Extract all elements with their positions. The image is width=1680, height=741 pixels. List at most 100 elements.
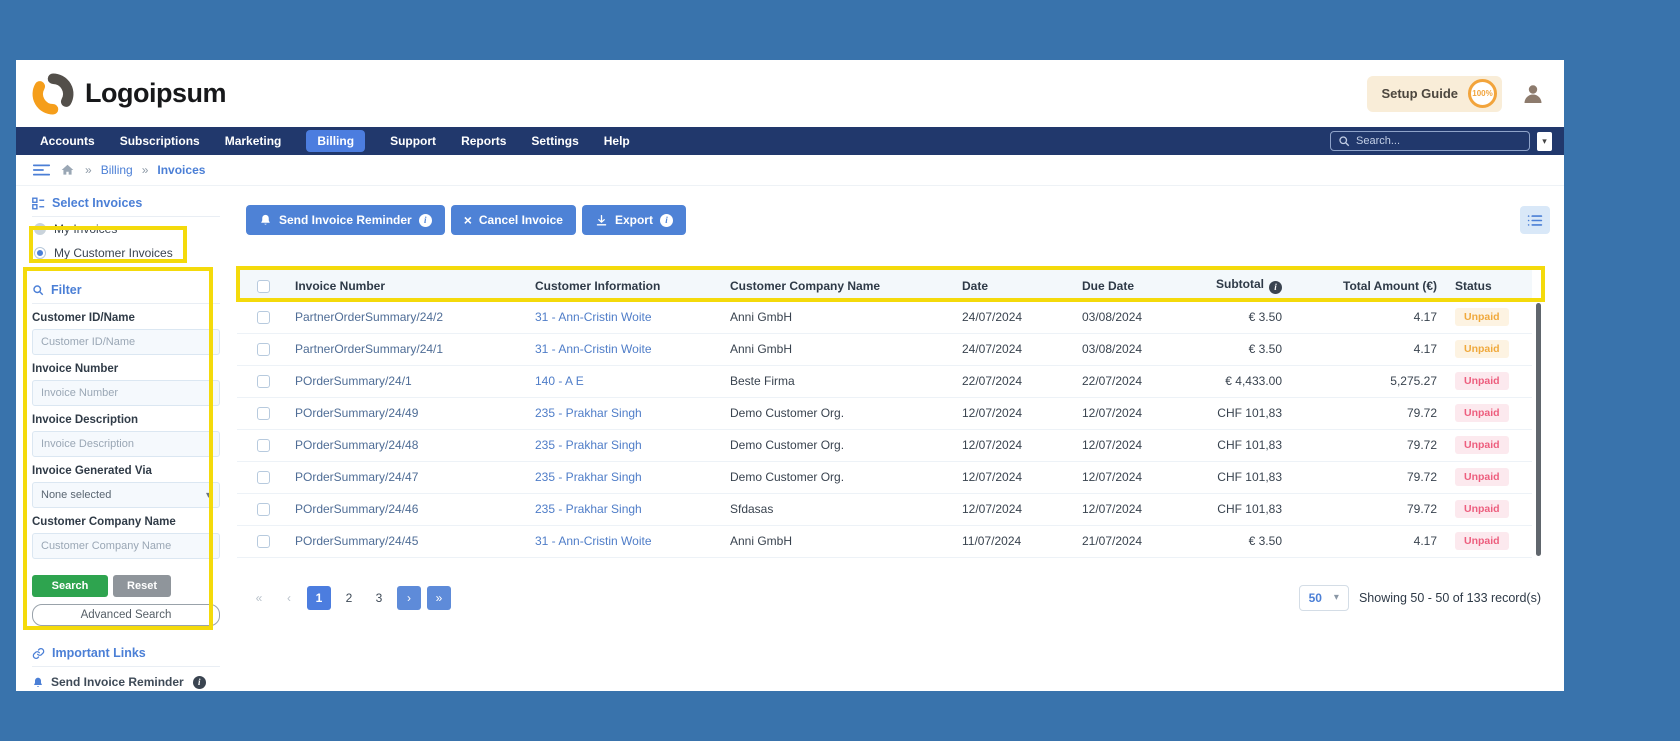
row-checkbox[interactable] <box>257 375 270 388</box>
nav-item-support[interactable]: Support <box>390 134 436 148</box>
export-button[interactable]: Export i <box>582 205 686 235</box>
row-checkbox[interactable] <box>257 471 270 484</box>
nav-item-settings[interactable]: Settings <box>531 134 578 148</box>
nav-item-help[interactable]: Help <box>604 134 630 148</box>
customer-company-cell: Anni GmbH <box>722 333 954 365</box>
row-checkbox[interactable] <box>257 407 270 420</box>
nav-item-billing[interactable]: Billing <box>306 130 365 152</box>
customer-information-cell[interactable]: 31 - Ann-Cristin Woite <box>527 301 722 333</box>
pagination-page-2[interactable]: 2 <box>337 586 361 610</box>
row-checkbox[interactable] <box>257 343 270 356</box>
due-date-cell: 12/07/2024 <box>1074 429 1204 461</box>
row-checkbox-cell <box>237 333 287 365</box>
user-icon <box>1521 82 1545 106</box>
total-amount-cell: 79.72 <box>1290 461 1445 493</box>
status-badge: Unpaid <box>1455 468 1509 486</box>
send-invoice-reminder-button[interactable]: Send Invoice Reminder i <box>246 205 445 235</box>
page-size-select[interactable]: 50 ▾ <box>1299 585 1349 611</box>
search-icon <box>1338 135 1350 147</box>
invoice-generated-via-select[interactable]: None selected▾ <box>32 482 220 508</box>
logo[interactable]: Logoipsum <box>32 73 226 115</box>
important-link-send-invoice-reminder[interactable]: Send Invoice Reminder i <box>32 675 220 689</box>
nav-item-subscriptions[interactable]: Subscriptions <box>120 134 200 148</box>
column-header-total-amount: Total Amount (€) <box>1290 270 1445 301</box>
invoice-option-my-invoices[interactable]: My Invoices <box>32 217 220 241</box>
customer-company-name-input[interactable] <box>32 533 220 559</box>
status-cell: Unpaid <box>1445 397 1532 429</box>
customer-information-cell[interactable]: 235 - Prakhar Singh <box>527 461 722 493</box>
pagination-next-button[interactable]: › <box>397 586 421 610</box>
setup-progress-ring: 100% <box>1468 79 1497 108</box>
download-icon <box>595 214 608 227</box>
row-checkbox[interactable] <box>257 439 270 452</box>
column-header-date: Date <box>954 270 1074 301</box>
invoice-number-cell[interactable]: POrderSummary/24/46 <box>287 493 527 525</box>
reset-button[interactable]: Reset <box>113 575 171 597</box>
breadcrumb-item-billing[interactable]: Billing <box>101 163 133 177</box>
nav-search[interactable] <box>1330 131 1530 151</box>
search-button[interactable]: Search <box>32 575 108 597</box>
menu-toggle-icon[interactable] <box>33 163 50 177</box>
cancel-invoice-button[interactable]: × Cancel Invoice <box>451 205 576 235</box>
important-links-title: Important Links <box>32 642 220 667</box>
advanced-search-button[interactable]: Advanced Search <box>32 604 220 626</box>
nav-item-accounts[interactable]: Accounts <box>40 134 95 148</box>
setup-guide-label: Setup Guide <box>1381 86 1458 101</box>
status-cell: Unpaid <box>1445 461 1532 493</box>
page-size-value: 50 <box>1309 591 1322 605</box>
row-checkbox[interactable] <box>257 503 270 516</box>
setup-guide-button[interactable]: Setup Guide 100% <box>1367 76 1502 112</box>
subtotal-cell: CHF 101,83 <box>1204 461 1290 493</box>
invoice-number-cell[interactable]: PartnerOrderSummary/24/2 <box>287 301 527 333</box>
breadcrumb-item-invoices[interactable]: Invoices <box>157 163 205 177</box>
search-input[interactable] <box>1356 135 1522 147</box>
customer-information-cell[interactable]: 235 - Prakhar Singh <box>527 397 722 429</box>
invoice-number-cell[interactable]: POrderSummary/24/45 <box>287 525 527 557</box>
pagination-prev-button[interactable]: ‹ <box>277 586 301 610</box>
customer-information-cell[interactable]: 235 - Prakhar Singh <box>527 429 722 461</box>
customer-information-cell[interactable]: 31 - Ann-Cristin Woite <box>527 333 722 365</box>
invoice-number-cell[interactable]: POrderSummary/24/1 <box>287 365 527 397</box>
invoices-table-wrap: Invoice NumberCustomer InformationCustom… <box>237 270 1541 558</box>
info-icon: i <box>660 214 673 227</box>
nav-item-reports[interactable]: Reports <box>461 134 506 148</box>
send-invoice-reminder-label: Send Invoice Reminder <box>279 213 412 227</box>
invoice-number-input[interactable] <box>32 380 220 406</box>
customer-information-cell[interactable]: 140 - A E <box>527 365 722 397</box>
column-header-customer-company-name: Customer Company Name <box>722 270 954 301</box>
pagination-page-1[interactable]: 1 <box>307 586 331 610</box>
date-cell: 22/07/2024 <box>954 365 1074 397</box>
pagination-page-3[interactable]: 3 <box>367 586 391 610</box>
user-profile-button[interactable] <box>1518 79 1548 109</box>
invoice-option-my-customer-invoices[interactable]: My Customer Invoices <box>32 241 220 265</box>
customer-information-cell[interactable]: 235 - Prakhar Singh <box>527 493 722 525</box>
content: Select Invoices My InvoicesMy Customer I… <box>16 186 1564 691</box>
customer-id-name-input[interactable] <box>32 329 220 355</box>
row-checkbox[interactable] <box>257 311 270 324</box>
invoice-number-cell[interactable]: POrderSummary/24/47 <box>287 461 527 493</box>
invoice-number-cell[interactable]: POrderSummary/24/48 <box>287 429 527 461</box>
nav-dropdown[interactable]: ▾ <box>1537 132 1552 151</box>
status-badge: Unpaid <box>1455 404 1509 422</box>
column-header-status: Status <box>1445 270 1532 301</box>
customer-company-cell: Demo Customer Org. <box>722 397 954 429</box>
pagination-last-button[interactable]: » <box>427 586 451 610</box>
table-scrollbar[interactable] <box>1536 303 1541 556</box>
date-cell: 12/07/2024 <box>954 461 1074 493</box>
logo-icon <box>32 73 74 115</box>
invoice-description-input[interactable] <box>32 431 220 457</box>
invoice-number-cell[interactable]: POrderSummary/24/49 <box>287 397 527 429</box>
home-icon[interactable] <box>60 163 75 177</box>
row-checkbox[interactable] <box>257 535 270 548</box>
list-view-button[interactable] <box>1520 206 1550 234</box>
invoice-number-cell[interactable]: PartnerOrderSummary/24/1 <box>287 333 527 365</box>
invoice-row: PartnerOrderSummary/24/231 - Ann-Cristin… <box>237 301 1532 333</box>
info-icon: i <box>193 676 206 689</box>
nav-item-marketing[interactable]: Marketing <box>225 134 282 148</box>
select-all-cell <box>237 270 287 301</box>
total-amount-cell: 79.72 <box>1290 429 1445 461</box>
due-date-cell: 03/08/2024 <box>1074 333 1204 365</box>
select-all-checkbox[interactable] <box>257 280 270 293</box>
pagination-first-button[interactable]: « <box>247 586 271 610</box>
customer-information-cell[interactable]: 31 - Ann-Cristin Woite <box>527 525 722 557</box>
